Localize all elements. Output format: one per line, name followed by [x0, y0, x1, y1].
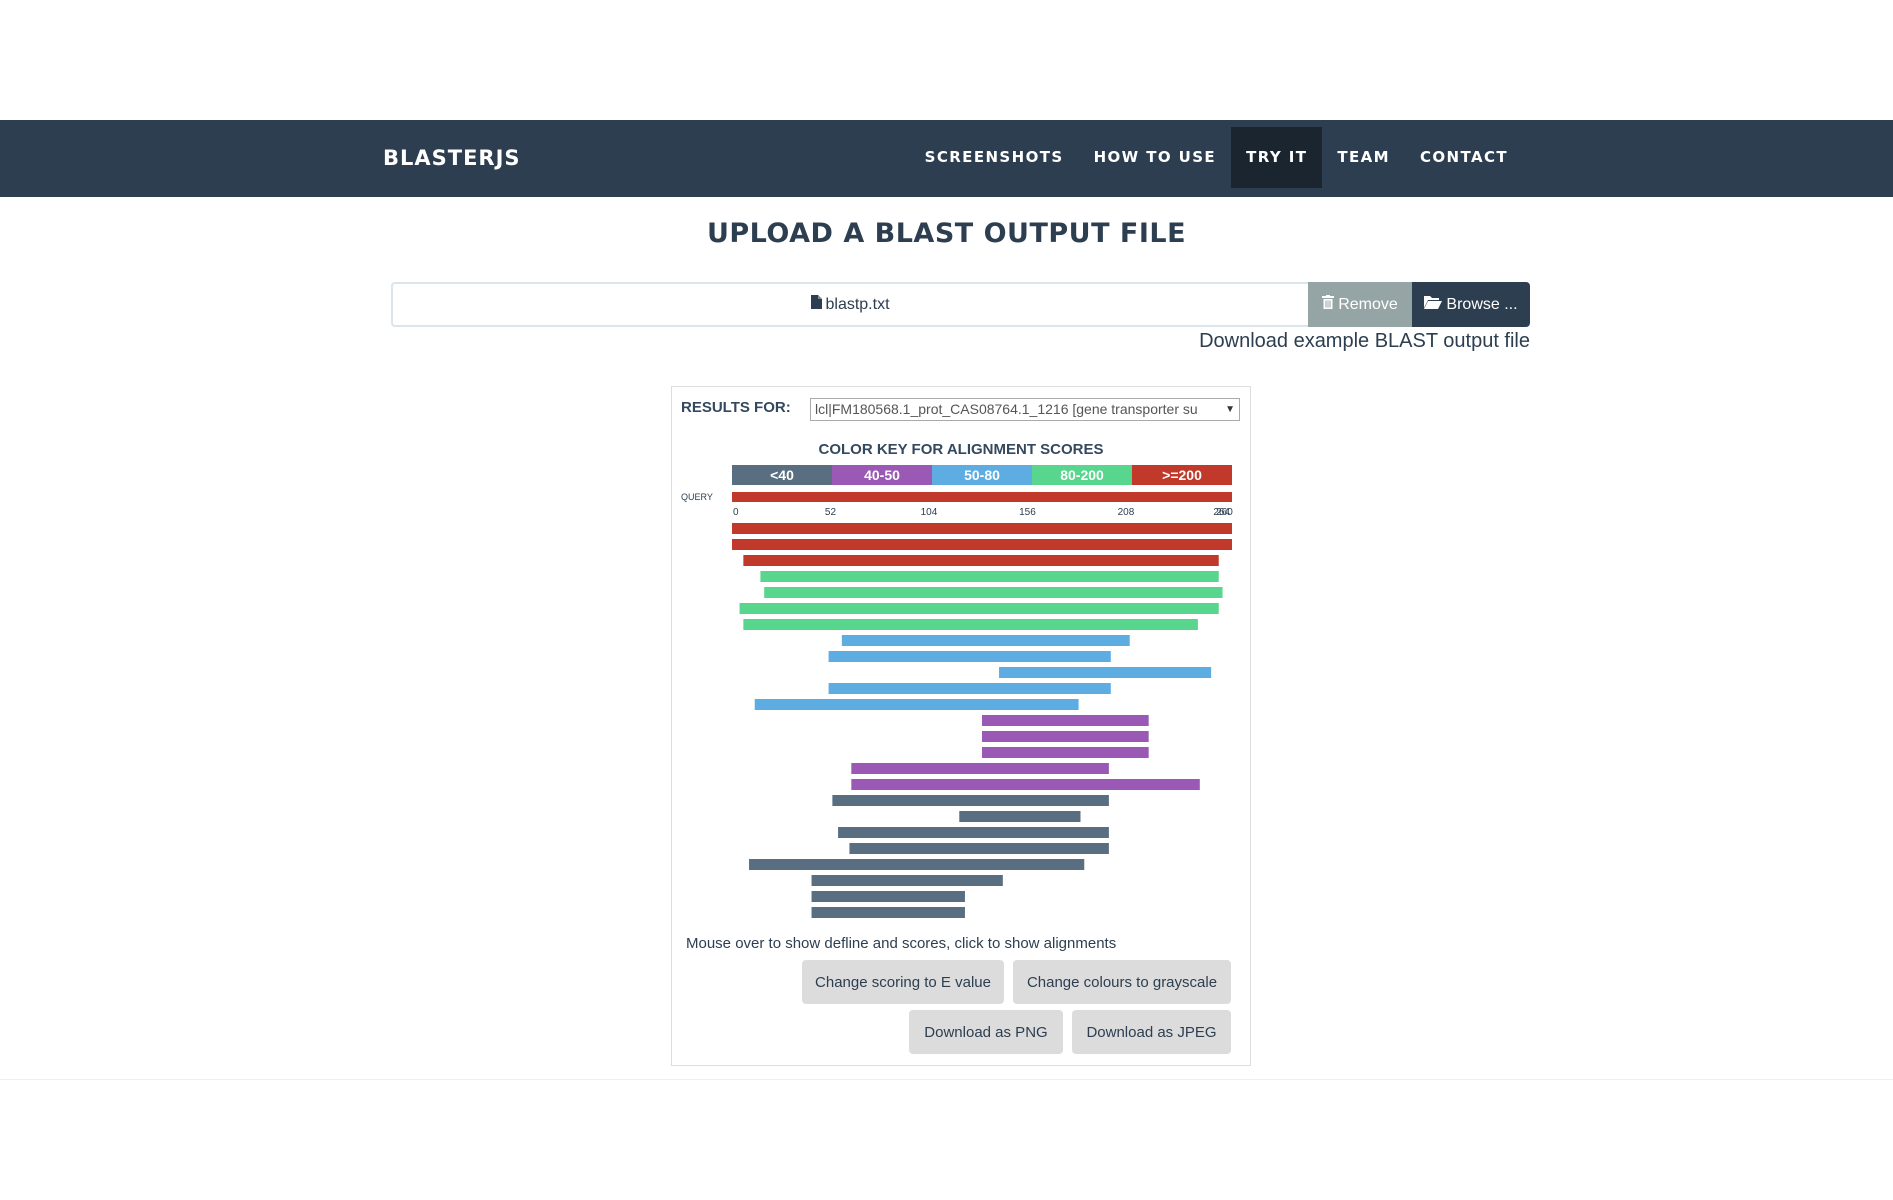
remove-button[interactable]: Remove — [1308, 282, 1412, 327]
axis-tick-label: 0 — [733, 507, 739, 518]
alignment-bar — [732, 539, 1232, 550]
results-panel: RESULTS FOR: lcl|FM180568.1_prot_CAS0876… — [671, 386, 1251, 1066]
alignment-bar — [811, 907, 965, 918]
alignment-bar — [828, 651, 1111, 662]
file-caption[interactable]: blastp.txt — [391, 282, 1308, 327]
axis-tick-label: 156 — [1019, 507, 1036, 518]
navbar: BLASTERJS SCREENSHOTS HOW TO USE TRY IT … — [0, 120, 1893, 197]
nav-item-try-it[interactable]: TRY IT — [1231, 127, 1323, 188]
axis-tick-label: 208 — [1118, 507, 1135, 518]
footer-divider — [0, 1079, 1893, 1080]
alignment-bar — [764, 587, 1223, 598]
remove-label: Remove — [1338, 295, 1398, 313]
nav-item-how-to-use[interactable]: HOW TO USE — [1079, 127, 1232, 188]
alignment-bar — [851, 779, 1200, 790]
download-png-button[interactable]: Download as PNG — [909, 1010, 1063, 1054]
alignment-bar — [828, 683, 1111, 694]
nav-menu: SCREENSHOTS HOW TO USE TRY IT TEAM CONTA… — [910, 127, 1523, 188]
browse-button[interactable]: Browse ... — [1412, 282, 1530, 327]
alignment-bar — [959, 811, 1081, 822]
alignment-bar — [732, 523, 1232, 534]
alignment-bar — [811, 875, 1003, 886]
trash-icon — [1322, 295, 1335, 314]
color-key-label: <40 — [770, 467, 794, 483]
color-key-label: 80-200 — [1060, 467, 1104, 483]
alignment-graphic: <40 40-50 50-80 80-200 >=200 QUERY 0 52 104 156 20… — [681, 465, 1233, 918]
brand-logo[interactable]: BLASTERJS — [383, 120, 521, 197]
alignment-bar — [754, 699, 1079, 710]
color-key-label: 50-80 — [964, 467, 1000, 483]
file-icon — [811, 295, 823, 314]
alignment-bar — [982, 715, 1149, 726]
download-jpeg-button[interactable]: Download as JPEG — [1072, 1010, 1231, 1054]
query-label: QUERY — [681, 492, 713, 502]
download-example-link[interactable]: Download example BLAST output file — [1199, 330, 1530, 353]
hover-hint: Mouse over to show defline and scores, c… — [686, 935, 1117, 952]
alignment-bar — [743, 555, 1219, 566]
alignment-bar — [832, 795, 1109, 806]
color-key-label: >=200 — [1162, 467, 1202, 483]
alignment-bar — [811, 891, 965, 902]
change-scoring-button[interactable]: Change scoring to E value — [802, 960, 1004, 1004]
alignment-bar — [982, 731, 1149, 742]
axis-tick-label: 264 — [1213, 507, 1230, 518]
alignment-bar — [739, 603, 1219, 614]
alignment-bar — [760, 571, 1219, 582]
alignment-bar — [851, 763, 1109, 774]
color-key-label: 40-50 — [864, 467, 900, 483]
query-bar — [732, 492, 1232, 502]
change-colours-button[interactable]: Change colours to grayscale — [1013, 960, 1231, 1004]
browse-label: Browse ... — [1446, 295, 1518, 313]
alignment-bar — [749, 859, 1085, 870]
alignment-bar — [982, 747, 1149, 758]
alignment-bar — [838, 827, 1109, 838]
file-name: blastp.txt — [825, 295, 890, 313]
axis-tick-label: 104 — [921, 507, 938, 518]
page-title: UPLOAD A BLAST OUTPUT FILE — [706, 218, 1187, 249]
nav-item-contact[interactable]: CONTACT — [1405, 127, 1523, 188]
file-upload: blastp.txt Remove Browse ... — [391, 282, 1530, 327]
folder-open-icon — [1424, 295, 1443, 314]
alignment-bar — [743, 619, 1198, 630]
alignment-bar — [849, 843, 1109, 854]
nav-item-screenshots[interactable]: SCREENSHOTS — [910, 127, 1079, 188]
axis-tick-label: 52 — [825, 507, 837, 518]
nav-item-team[interactable]: TEAM — [1322, 127, 1405, 188]
alignment-bar — [999, 667, 1212, 678]
alignment-bar — [841, 635, 1130, 646]
